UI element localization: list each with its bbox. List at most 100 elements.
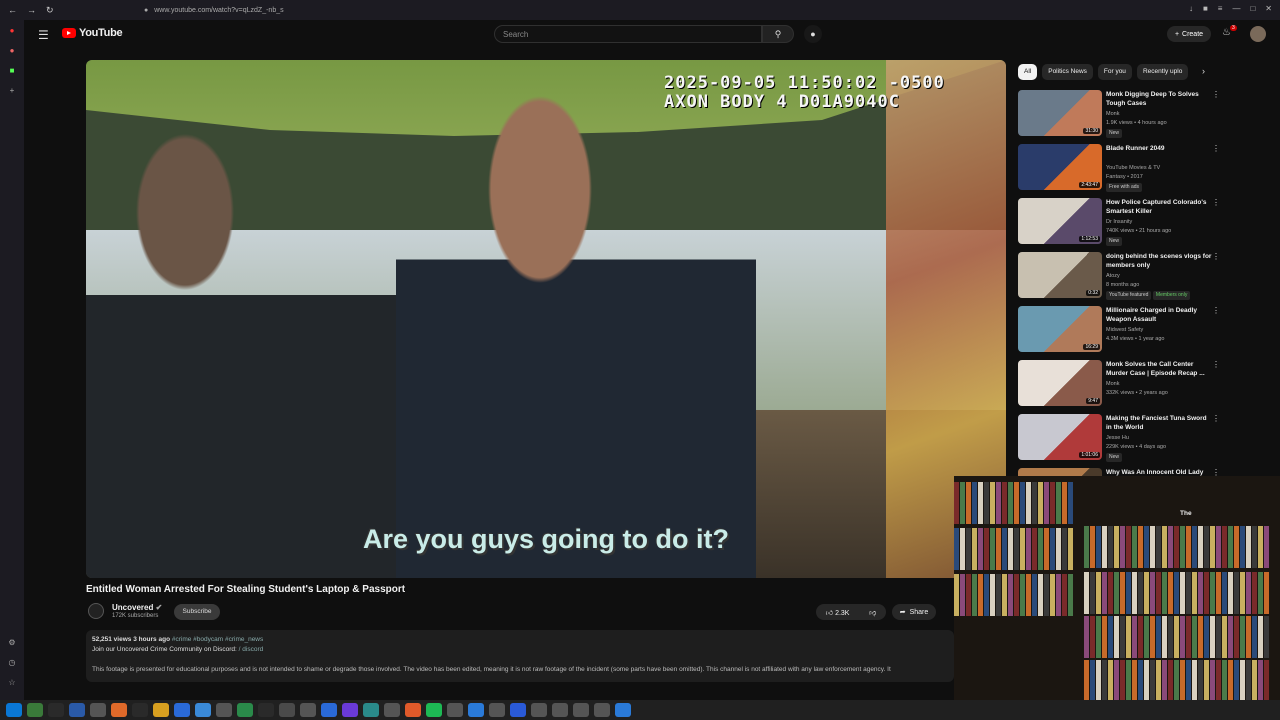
- address-bar[interactable]: ● www.youtube.com/watch?v=qLzdZ_-nb_s: [144, 3, 1024, 17]
- recommendation-channel[interactable]: Monk: [1106, 110, 1216, 119]
- recommendation-channel[interactable]: Dr Insanity: [1106, 218, 1216, 227]
- taskbar-app-icon[interactable]: [615, 703, 631, 717]
- channel-avatar[interactable]: [88, 603, 104, 619]
- taskbar-app-icon[interactable]: [69, 703, 85, 717]
- taskbar-app-icon[interactable]: [27, 703, 43, 717]
- taskbar-app-icon[interactable]: [552, 703, 568, 717]
- search-input[interactable]: Search: [494, 25, 762, 43]
- channel-name[interactable]: Uncovered ✔: [112, 603, 162, 612]
- recommendation-title[interactable]: Millionaire Charged in Deadly Weapon Ass…: [1106, 306, 1214, 324]
- chip-recently-uploaded[interactable]: Recently uplo: [1136, 64, 1189, 80]
- add-tab-icon[interactable]: +: [0, 80, 24, 100]
- recommendation-item[interactable]: 31:30 Monk Digging Deep To Solves Tough C…: [1018, 88, 1224, 142]
- taskbar-app-icon[interactable]: [132, 703, 148, 717]
- recommendation-item[interactable]: 16:29 Millionaire Charged in Deadly Weapo…: [1018, 304, 1224, 358]
- video-thumbnail[interactable]: 2:43:47: [1018, 144, 1102, 190]
- minimize-icon[interactable]: —: [1232, 4, 1240, 13]
- recommendation-item[interactable]: 1:01:06 Making the Fanciest Tuna Sword in…: [1018, 412, 1224, 466]
- taskbar-app-icon[interactable]: [216, 703, 232, 717]
- more-options-icon[interactable]: ⋮: [1212, 252, 1220, 261]
- video-thumbnail[interactable]: 1:12:53: [1018, 198, 1102, 244]
- voice-search-button[interactable]: ●: [804, 25, 822, 43]
- taskbar-app-icon[interactable]: [531, 703, 547, 717]
- account-avatar[interactable]: [1250, 26, 1266, 42]
- recommendation-channel[interactable]: YouTube Movies & TV: [1106, 164, 1216, 173]
- chip-politics-news[interactable]: Politics News: [1042, 64, 1093, 80]
- recommendation-channel[interactable]: Monk: [1106, 380, 1216, 389]
- more-options-icon[interactable]: ⋮: [1212, 414, 1220, 423]
- taskbar-app-icon[interactable]: [153, 703, 169, 717]
- recommendation-title[interactable]: doing behind the scenes vlogs for member…: [1106, 252, 1214, 270]
- chevron-right-icon[interactable]: ›: [1202, 66, 1205, 76]
- taskbar-app-icon[interactable]: [195, 703, 211, 717]
- taskbar-app-icon[interactable]: [573, 703, 589, 717]
- maximize-icon[interactable]: □: [1250, 4, 1255, 13]
- recommendation-channel[interactable]: Jesse Hu: [1106, 434, 1216, 443]
- more-options-icon[interactable]: ⋮: [1212, 306, 1220, 315]
- download-icon[interactable]: ↓: [1189, 4, 1193, 13]
- video-thumbnail[interactable]: 1:01:06: [1018, 414, 1102, 460]
- recommendation-title[interactable]: How Police Captured Colorado's Smartest …: [1106, 198, 1214, 216]
- recommendation-channel[interactable]: Atozy: [1106, 272, 1216, 281]
- kick-icon[interactable]: ■: [0, 60, 24, 80]
- taskbar-app-icon[interactable]: [258, 703, 274, 717]
- recommendation-item[interactable]: 9:47 Monk Solves the Call Center Murder C…: [1018, 358, 1224, 412]
- taskbar-app-icon[interactable]: [468, 703, 484, 717]
- video-thumbnail[interactable]: 16:29: [1018, 306, 1102, 352]
- menu-icon[interactable]: ≡: [1218, 4, 1223, 13]
- video-thumbnail[interactable]: 9:47: [1018, 360, 1102, 406]
- youtube-tab-icon[interactable]: ●: [0, 20, 24, 40]
- forward-icon[interactable]: →: [27, 5, 36, 16]
- more-options-icon[interactable]: ⋮: [1212, 144, 1220, 153]
- taskbar-app-icon[interactable]: [489, 703, 505, 717]
- video-thumbnail[interactable]: 0:32: [1018, 252, 1102, 298]
- recommendation-title[interactable]: Blade Runner 2049: [1106, 144, 1214, 153]
- create-button[interactable]: + Create: [1167, 26, 1211, 42]
- recommendation-title[interactable]: Making the Fanciest Tuna Sword in the Wo…: [1106, 414, 1214, 432]
- back-icon[interactable]: ←: [8, 5, 17, 16]
- hamburger-menu-icon[interactable]: ☰: [38, 28, 49, 42]
- description-box[interactable]: 52,251 views 3 hours ago #crime #bodycam…: [86, 630, 954, 682]
- taskbar-app-icon[interactable]: [48, 703, 64, 717]
- recommendation-channel[interactable]: Midwest Safety: [1106, 326, 1216, 335]
- like-button[interactable]: 👍︎ 2.3K: [826, 608, 850, 617]
- share-button[interactable]: ➦ Share: [892, 604, 936, 620]
- video-player[interactable]: 2025-09-05 11:50:02 -0500 AXON BODY 4 D0…: [86, 60, 1006, 578]
- taskbar-app-icon[interactable]: [510, 703, 526, 717]
- recommendation-item[interactable]: 0:32 doing behind the scenes vlogs for me…: [1018, 250, 1224, 304]
- taskbar-app-icon[interactable]: [447, 703, 463, 717]
- taskbar-app-icon[interactable]: [90, 703, 106, 717]
- settings-icon[interactable]: ⚙: [0, 632, 24, 652]
- history-icon[interactable]: ◷: [0, 652, 24, 672]
- more-options-icon[interactable]: ⋮: [1212, 360, 1220, 369]
- taskbar-app-icon[interactable]: [321, 703, 337, 717]
- more-options-icon[interactable]: ⋮: [1212, 198, 1220, 207]
- taskbar-app-icon[interactable]: [594, 703, 610, 717]
- subscribe-button[interactable]: Subscribe: [174, 604, 220, 620]
- star-icon[interactable]: ☆: [0, 672, 24, 692]
- hashtags[interactable]: #crime #bodycam #crime_news: [172, 636, 263, 643]
- taskbar-app-icon[interactable]: [342, 703, 358, 717]
- video-thumbnail[interactable]: 31:30: [1018, 90, 1102, 136]
- chip-all[interactable]: All: [1018, 64, 1038, 80]
- chip-for-you[interactable]: For you: [1097, 64, 1132, 80]
- recommendation-title[interactable]: Monk Digging Deep To Solves Tough Cases: [1106, 90, 1214, 108]
- search-button[interactable]: ⚲: [762, 25, 794, 43]
- taskbar-app-icon[interactable]: [111, 703, 127, 717]
- taskbar-app-icon[interactable]: [363, 703, 379, 717]
- taskbar-app-icon[interactable]: [300, 703, 316, 717]
- reload-icon[interactable]: ↻: [46, 5, 54, 16]
- close-window-icon[interactable]: ✕: [1265, 4, 1272, 13]
- extensions-icon[interactable]: ■: [1203, 4, 1208, 13]
- taskbar-app-icon[interactable]: [405, 703, 421, 717]
- more-options-icon[interactable]: ⋮: [1212, 90, 1220, 99]
- recommendation-item[interactable]: 1:12:53 How Police Captured Colorado's Sm…: [1018, 196, 1224, 250]
- taskbar-app-icon[interactable]: [384, 703, 400, 717]
- taskbar-app-icon[interactable]: [279, 703, 295, 717]
- taskbar-app-icon[interactable]: [426, 703, 442, 717]
- recommendation-title[interactable]: Monk Solves the Call Center Murder Case …: [1106, 360, 1214, 378]
- taskbar-app-icon[interactable]: [174, 703, 190, 717]
- dislike-button[interactable]: 👎︎: [869, 608, 876, 617]
- youtube-logo[interactable]: YouTube: [62, 27, 123, 39]
- taskbar-app-icon[interactable]: [237, 703, 253, 717]
